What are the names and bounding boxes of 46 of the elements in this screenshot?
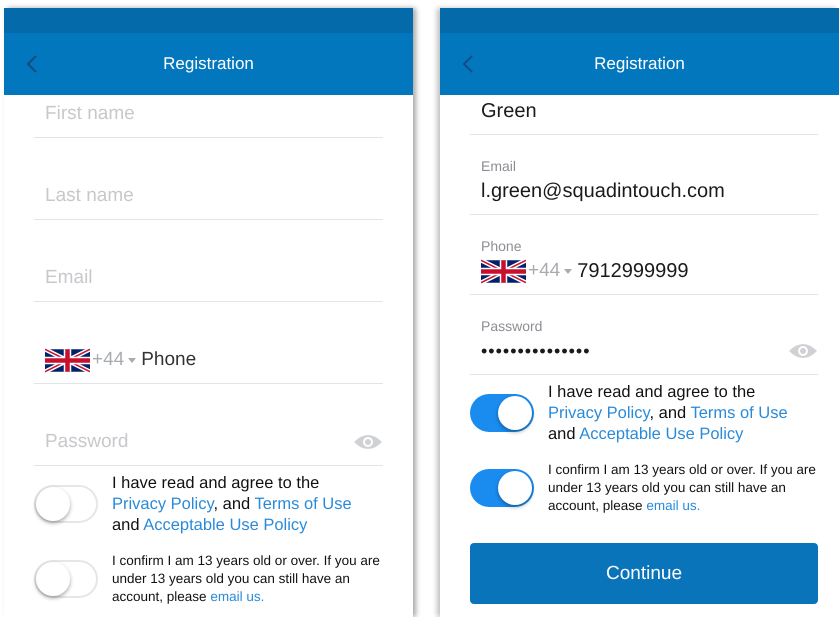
country-code[interactable]: +44 (528, 260, 560, 282)
input-field[interactable]: Phone +44 7912999999 (470, 215, 818, 295)
field-label: Password (481, 318, 544, 334)
flag-icon[interactable] (481, 256, 526, 286)
agreement-text: I have read and agree to the Privacy Policy, and Terms of Use and Acceptable Use Policy (112, 472, 353, 536)
agreement-text: I confirm I am 13 years old or over. If you are under 13 years old you can still have an account, please email us. (548, 461, 817, 515)
field-placeholder: Phone (141, 349, 196, 371)
policy-link[interactable]: Acceptable Use Policy (579, 424, 744, 442)
field-placeholder: Last name (45, 185, 134, 207)
field-value: ••••••••••••••• (481, 340, 591, 362)
country-code[interactable]: +44 (92, 349, 124, 371)
screen-title: Registration (163, 54, 254, 74)
eye-icon[interactable] (788, 341, 818, 361)
back-icon[interactable] (462, 54, 474, 74)
policy-link[interactable]: Privacy Policy (548, 404, 650, 422)
policy-link[interactable]: Privacy Policy (112, 494, 214, 512)
field-label: Phone (481, 238, 522, 254)
policy-link[interactable]: Terms of Use (690, 404, 788, 422)
field-placeholder: Password (45, 431, 128, 453)
field-value: 7912999999 (577, 260, 688, 282)
policy-link[interactable]: Terms of Use (254, 494, 352, 512)
policy-link[interactable]: email us. (210, 589, 264, 604)
field-value: l.green@squadintouch.com (481, 180, 725, 202)
field-placeholder: First name (45, 103, 135, 125)
eye-icon[interactable] (353, 432, 383, 452)
field-label: Email (481, 158, 518, 174)
policy-link[interactable]: Acceptable Use Policy (143, 516, 308, 534)
screen-title: Registration (594, 54, 685, 74)
policy-link[interactable]: email us. (646, 498, 700, 513)
flag-icon[interactable] (45, 346, 90, 374)
input-field[interactable]: Password ••••••••••••••• (470, 295, 818, 375)
caret-icon[interactable] (564, 268, 572, 274)
agreement-text: I have read and agree to the Privacy Policy, and Terms of Use and Acceptable Use Policy (548, 382, 789, 444)
caret-icon[interactable] (128, 358, 136, 362)
back-icon[interactable] (26, 54, 38, 74)
input-field[interactable]: +44 Phone (34, 302, 383, 384)
continue-button[interactable]: Continue (470, 543, 818, 604)
toggle-switch[interactable] (470, 469, 534, 507)
field-placeholder: Email (45, 267, 93, 289)
toggle-switch[interactable] (34, 560, 98, 598)
toggle-switch[interactable] (34, 485, 98, 523)
input-field[interactable]: Green (470, 95, 818, 135)
field-value: Green (481, 100, 537, 122)
toggle-switch[interactable] (470, 394, 534, 432)
input-field[interactable]: Email l.green@squadintouch.com (470, 135, 818, 215)
agreement-text: I confirm I am 13 years old or over. If you are under 13 years old you can still have an account, please email us. (112, 552, 381, 606)
